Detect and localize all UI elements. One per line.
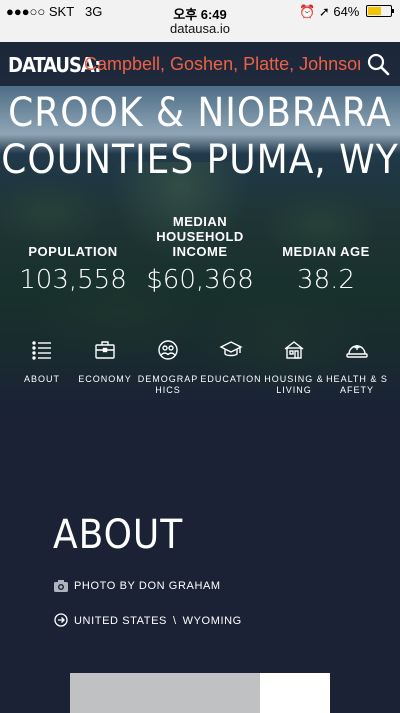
stat-median-income: MEDIAN HOUSEHOLD INCOME $60,368 <box>146 214 254 295</box>
map-shape <box>70 673 260 713</box>
url-text: datausa.io <box>170 21 230 36</box>
about-heading: ABOUT <box>53 512 184 558</box>
topic-nav: ABOUT ECONOMY DEMOGRAPHICS EDUCATION HOU… <box>0 338 400 408</box>
topic-economy[interactable]: ECONOMY <box>74 338 136 385</box>
arrow-circle-icon <box>54 613 68 627</box>
alarm-icon: ⏰ <box>299 4 316 19</box>
map <box>70 673 330 713</box>
photo-credit-text: PHOTO BY DON GRAHAM <box>74 580 221 592</box>
search-icon[interactable] <box>366 52 390 76</box>
battery-icon <box>366 5 394 17</box>
briefcase-icon <box>95 341 115 359</box>
stats-row: POPULATION 103,558 MEDIAN HOUSEHOLD INCO… <box>0 214 400 304</box>
address-bar[interactable]: datausa.io <box>0 22 400 42</box>
topic-housing[interactable]: HOUSING & LIVING <box>263 338 325 396</box>
breadcrumb-wyoming[interactable]: WYOMING <box>183 615 242 627</box>
camera-icon <box>54 580 68 592</box>
stat-median-age: MEDIAN AGE 38.2 <box>282 244 370 295</box>
topic-about[interactable]: ABOUT <box>11 338 73 385</box>
people-icon <box>158 340 178 360</box>
hardhat-icon <box>346 345 368 358</box>
topic-education[interactable]: EDUCATION <box>200 338 262 385</box>
breadcrumb-us[interactable]: UNITED STATES <box>74 615 167 627</box>
house-icon <box>284 341 304 359</box>
page-title: CROOK & NIOBRARA COUNTIES PUMA, WY <box>1 90 399 183</box>
list-icon <box>32 341 51 360</box>
topic-demographics[interactable]: DEMOGRAPHICS <box>137 338 199 396</box>
battery-percent: 64% <box>333 4 360 19</box>
navbar: DATAUSA: Campbell, Goshen, Platte, Johns… <box>0 42 400 86</box>
stat-population: POPULATION 103,558 <box>19 244 127 295</box>
graduation-cap-icon <box>219 341 243 357</box>
photo-credit: PHOTO BY DON GRAHAM <box>54 580 221 592</box>
location-icon: ➚ <box>318 4 330 19</box>
nav-place-list[interactable]: Campbell, Goshen, Platte, Johnson, <box>84 54 360 75</box>
status-bar: ●●●○○ SKT 3G 오후 6:49 ⏰ ➚ 64% <box>0 0 400 22</box>
breadcrumb: UNITED STATES \ WYOMING <box>54 613 242 627</box>
topic-health-safety[interactable]: HEALTH & SAFETY <box>326 338 388 396</box>
